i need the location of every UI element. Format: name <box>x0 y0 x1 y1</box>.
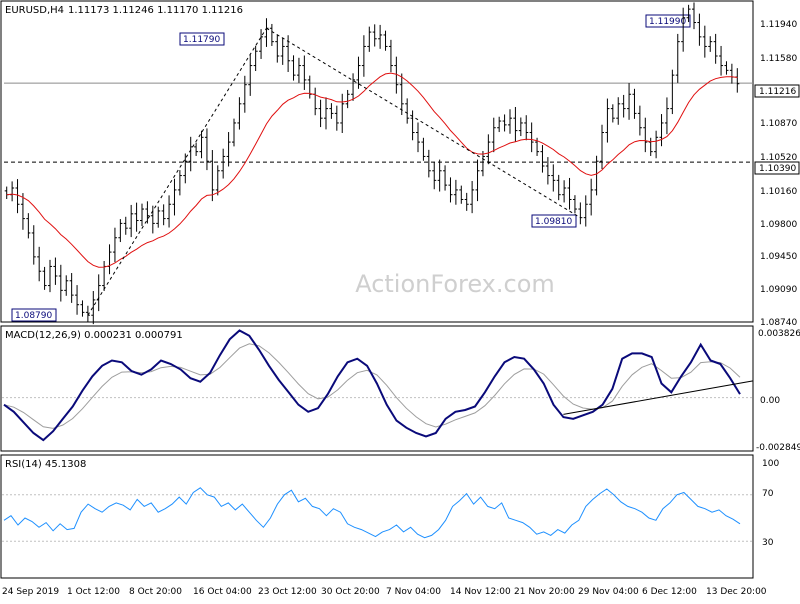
forex-chart: ActionForex.com EURUSD,H4 1.11173 1.1124… <box>0 0 800 600</box>
x-tick-label: 16 Oct 04:00 <box>193 587 252 597</box>
macd-y-tick: -0.002849 <box>756 443 800 453</box>
price-y-tick: 1.10160 <box>760 187 797 197</box>
x-tick-label: 6 Dec 12:00 <box>642 587 697 597</box>
price-y-tick: 1.09450 <box>760 252 797 262</box>
rsi-y-tick: 30 <box>762 538 774 548</box>
price-panel-header-ohlc: 1.11173 1.11246 1.11170 1.11216 <box>68 5 243 16</box>
macd-y-tick: 0.00 <box>760 396 780 406</box>
macd-y-tick: 0.003826 <box>758 329 800 339</box>
annotation-nov-low-label: 1.09810 <box>535 217 572 227</box>
rsi-y-tick: 100 <box>762 459 779 469</box>
x-tick-label: 7 Nov 04:00 <box>386 587 441 597</box>
annotation-low-label: 1.08790 <box>15 311 52 321</box>
price-panel-header-symbol: EURUSD,H4 <box>5 5 64 16</box>
chart-background <box>0 0 800 600</box>
rsi-panel-header: RSI(14) 45.1308 <box>5 459 86 470</box>
x-tick-label: 14 Nov 12:00 <box>450 587 511 597</box>
x-tick-label: 29 Nov 04:00 <box>578 587 639 597</box>
support-level-label: 1.10390 <box>759 164 796 174</box>
price-y-tick: 1.08740 <box>760 318 797 328</box>
price-y-tick: 1.11940 <box>760 20 797 30</box>
x-tick-label: 21 Nov 20:00 <box>514 587 575 597</box>
price-y-tick: 1.10870 <box>760 119 797 129</box>
x-tick-label: 13 Dec 20:00 <box>706 587 767 597</box>
annotation-nov-low: 1.09810 <box>531 214 577 228</box>
x-tick-label: 1 Oct 12:00 <box>67 587 120 597</box>
annotation-oct-high-label: 1.11790 <box>183 35 220 45</box>
price-y-tick: 1.09090 <box>760 285 797 295</box>
x-tick-label: 24 Sep 2019 <box>2 587 59 597</box>
x-tick-label: 8 Oct 20:00 <box>129 587 182 597</box>
watermark: ActionForex.com <box>355 270 555 298</box>
macd-panel-header: MACD(12,26,9) 0.000231 0.000791 <box>5 330 183 341</box>
current-price-label: 1.11216 <box>759 87 796 97</box>
price-y-tick: 1.11580 <box>760 54 797 64</box>
x-tick-label: 30 Oct 20:00 <box>321 587 380 597</box>
annotation-low: 1.08790 <box>11 308 57 322</box>
x-tick-label: 23 Oct 12:00 <box>258 587 317 597</box>
chart-svg: ActionForex.com EURUSD,H4 1.11173 1.1124… <box>0 0 800 600</box>
annotation-dec-high-label: 1.11990 <box>649 17 686 27</box>
price-y-tick: 1.09800 <box>760 220 797 230</box>
rsi-y-tick: 70 <box>762 489 774 499</box>
annotation-oct-high: 1.11790 <box>179 32 225 46</box>
